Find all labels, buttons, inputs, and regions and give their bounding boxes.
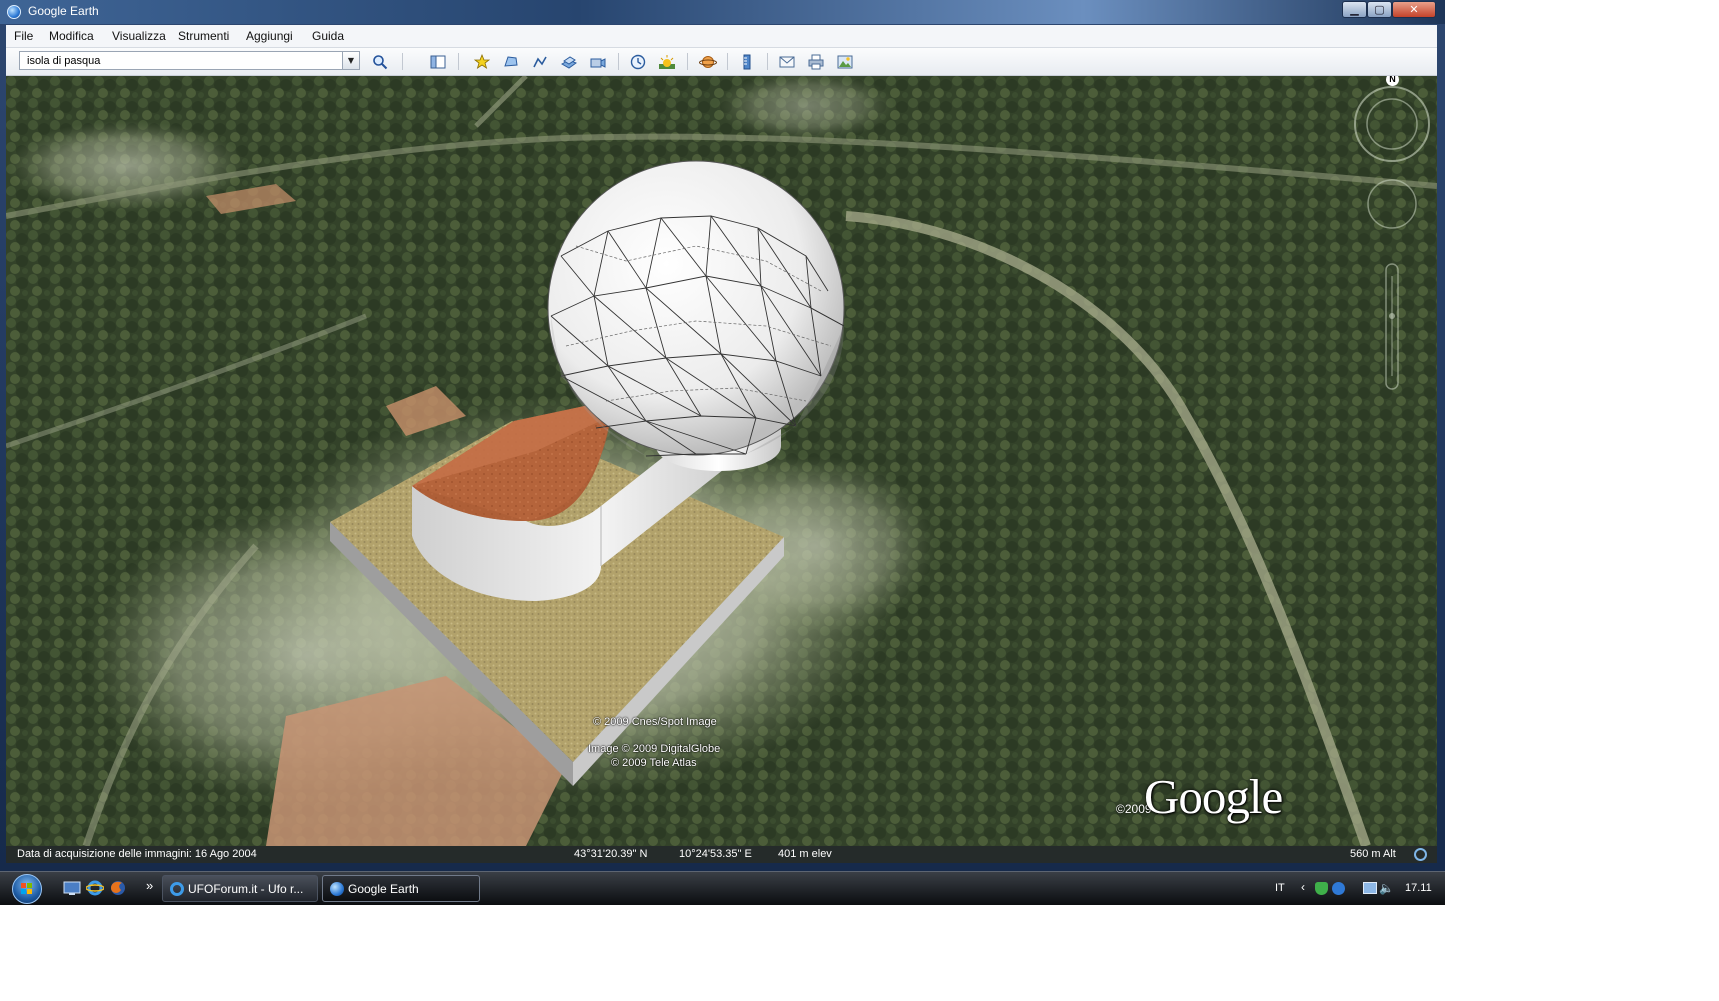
toolbar: ▼ bbox=[6, 48, 1437, 76]
add-polygon-button[interactable] bbox=[499, 51, 523, 72]
volume-icon[interactable]: 🔈 bbox=[1379, 881, 1394, 895]
input-language-indicator[interactable]: IT bbox=[1275, 882, 1285, 894]
security-shield-icon[interactable] bbox=[1315, 882, 1328, 895]
search-box: ▼ bbox=[19, 51, 360, 70]
add-placemark-button[interactable] bbox=[470, 51, 494, 72]
eye-altitude-readout: 560 m Alt bbox=[1350, 848, 1396, 860]
latitude-readout: 43°31'20.39" N bbox=[574, 848, 648, 860]
planet-switch-button[interactable] bbox=[695, 51, 719, 72]
taskbar-item-label: UFOForum.it - Ufo r... bbox=[188, 882, 304, 896]
internet-explorer-icon[interactable] bbox=[85, 880, 105, 896]
historical-imagery-icon bbox=[630, 54, 646, 70]
menu-visualizza[interactable]: Visualizza bbox=[112, 29, 166, 43]
attribution-digitalglobe: Image © 2009 DigitalGlobe bbox=[588, 743, 721, 755]
clock[interactable]: 17.11 bbox=[1405, 882, 1432, 894]
add-path-icon bbox=[533, 56, 547, 68]
google-earth-app-icon[interactable] bbox=[7, 5, 21, 19]
imagery-date: Data di acquisizione delle immagini: 16 … bbox=[17, 848, 257, 860]
toolbar-separator bbox=[767, 53, 768, 70]
add-image-overlay-icon bbox=[561, 56, 577, 69]
save-image-icon bbox=[837, 55, 853, 69]
add-path-button[interactable] bbox=[528, 51, 552, 72]
sidebar-toggle-icon bbox=[430, 55, 446, 69]
toolbar-separator bbox=[618, 53, 619, 70]
longitude-readout: 10°24'53.35" E bbox=[679, 848, 752, 860]
google-earth-icon bbox=[330, 882, 344, 896]
historical-imagery-button[interactable] bbox=[626, 51, 650, 72]
start-button[interactable] bbox=[8, 872, 48, 905]
window-title: Google Earth bbox=[28, 4, 99, 18]
attribution-teleatlas: © 2009 Tele Atlas bbox=[611, 757, 697, 769]
internet-explorer-icon bbox=[170, 882, 184, 896]
tray-expand-chevron-icon[interactable]: ‹ bbox=[1301, 880, 1305, 894]
planet-switch-icon bbox=[699, 56, 717, 68]
quick-launch-overflow[interactable]: » bbox=[146, 878, 153, 893]
google-earth-window: Google Earth ▁ ▢ ✕ File Modifica Visuali… bbox=[0, 0, 1445, 871]
elevation-readout: 401 m elev bbox=[778, 848, 832, 860]
minimize-icon: ▁ bbox=[1350, 3, 1359, 16]
ruler-icon bbox=[743, 54, 751, 70]
maximize-button[interactable]: ▢ bbox=[1367, 1, 1392, 18]
3d-viewer[interactable]: N © 2009 Cnes/Spot Image Image © 2009 Di… bbox=[6, 76, 1437, 846]
record-tour-icon bbox=[590, 58, 606, 68]
ruler-button[interactable] bbox=[735, 51, 759, 72]
add-polygon-icon bbox=[504, 56, 518, 67]
tray-icons: 🔈 bbox=[1315, 881, 1394, 897]
toolbar-separator bbox=[458, 53, 459, 70]
add-placemark-icon bbox=[474, 54, 490, 69]
sidebar-toggle-button[interactable] bbox=[426, 51, 450, 72]
firefox-icon[interactable] bbox=[109, 880, 127, 896]
menu-modifica[interactable]: Modifica bbox=[49, 29, 94, 43]
taskbar-item-ufoforum[interactable]: UFOForum.it - Ufo r... bbox=[162, 875, 318, 902]
sunlight-button[interactable] bbox=[655, 51, 679, 72]
title-bar[interactable]: Google Earth ▁ ▢ ✕ bbox=[0, 0, 1445, 24]
print-button[interactable] bbox=[804, 51, 828, 72]
geodesic-radome bbox=[547, 160, 845, 457]
menu-guida[interactable]: Guida bbox=[312, 29, 344, 43]
network-icon[interactable] bbox=[1363, 882, 1377, 894]
minimize-button[interactable]: ▁ bbox=[1342, 1, 1367, 18]
update-icon[interactable] bbox=[1332, 882, 1345, 895]
google-logo: Google bbox=[1144, 769, 1283, 824]
terrain-scene[interactable] bbox=[6, 76, 1437, 846]
menu-file[interactable]: File bbox=[14, 29, 33, 43]
print-icon bbox=[808, 54, 824, 70]
menu-strumenti[interactable]: Strumenti bbox=[178, 29, 229, 43]
close-button[interactable]: ✕ bbox=[1392, 1, 1436, 18]
add-image-overlay-button[interactable] bbox=[557, 51, 581, 72]
search-button[interactable] bbox=[368, 51, 392, 72]
taskbar: » UFOForum.it - Ufo r... Google Earth IT… bbox=[0, 871, 1445, 905]
sunlight-icon bbox=[659, 55, 675, 69]
record-tour-button[interactable] bbox=[586, 51, 610, 72]
attribution-cnes: © 2009 Cnes/Spot Image bbox=[593, 716, 717, 728]
maximize-icon: ▢ bbox=[1374, 3, 1385, 16]
toolbar-separator bbox=[727, 53, 728, 70]
taskbar-item-label: Google Earth bbox=[348, 882, 419, 896]
email-button[interactable] bbox=[775, 51, 799, 72]
show-desktop-icon[interactable] bbox=[63, 880, 81, 896]
screen: Google Earth ▁ ▢ ✕ File Modifica Visuali… bbox=[0, 0, 1445, 905]
search-dropdown-button[interactable]: ▼ bbox=[342, 52, 359, 69]
save-image-button[interactable] bbox=[833, 51, 857, 72]
streaming-indicator-icon bbox=[1414, 848, 1427, 861]
email-icon bbox=[779, 56, 795, 68]
toolbar-separator bbox=[402, 53, 403, 70]
menu-aggiungi[interactable]: Aggiungi bbox=[246, 29, 293, 43]
search-icon bbox=[373, 55, 388, 70]
close-icon: ✕ bbox=[1409, 3, 1419, 16]
toolbar-separator bbox=[687, 53, 688, 70]
windows-logo-icon bbox=[12, 874, 42, 904]
taskbar-item-google-earth[interactable]: Google Earth bbox=[322, 875, 480, 902]
menu-bar: File Modifica Visualizza Strumenti Aggiu… bbox=[6, 25, 1437, 48]
status-bar: Data di acquisizione delle immagini: 16 … bbox=[6, 846, 1437, 863]
search-input[interactable] bbox=[20, 52, 349, 69]
chevron-down-icon: ▼ bbox=[347, 56, 355, 65]
